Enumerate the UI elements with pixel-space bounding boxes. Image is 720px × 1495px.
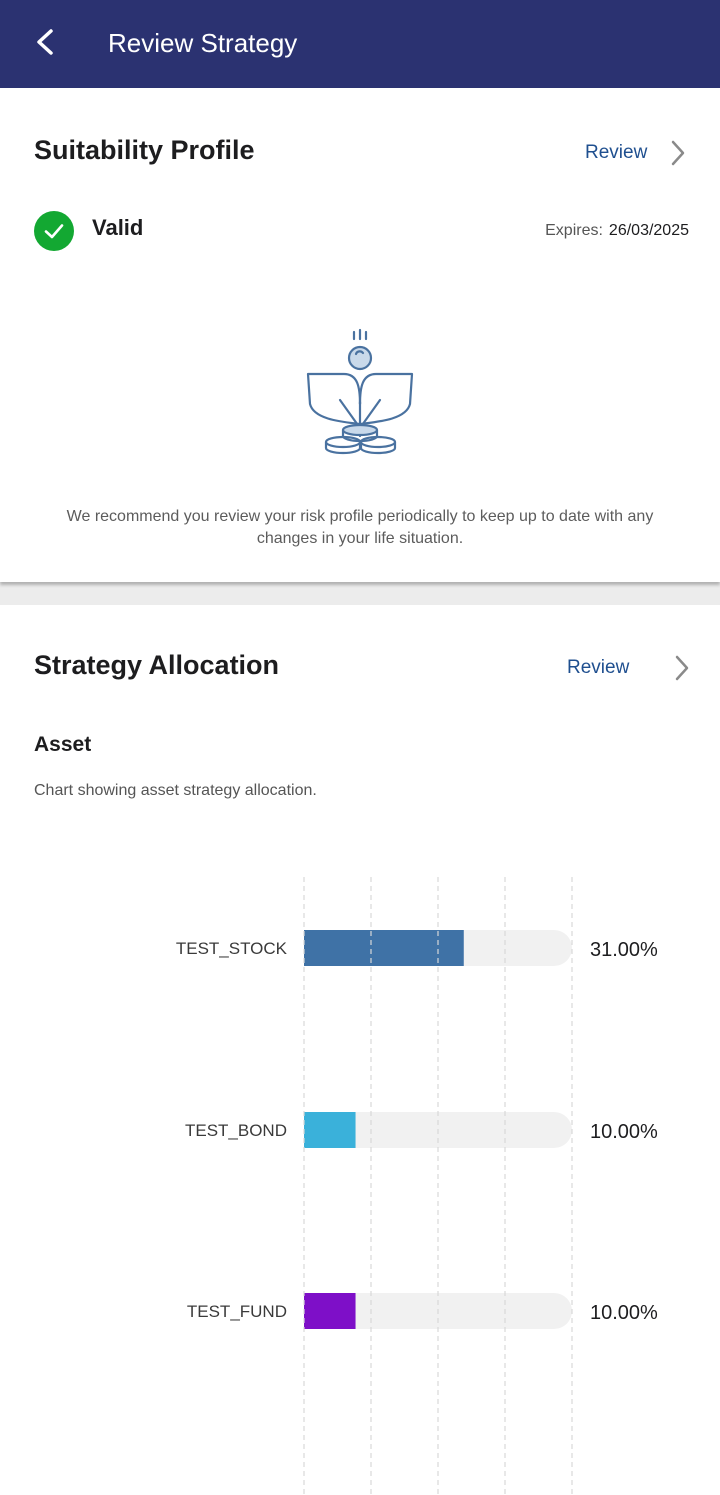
recommendation-text: We recommend you review your risk profil… — [66, 508, 654, 547]
category-label: TEST_STOCK — [176, 939, 288, 958]
bar-test-bond — [304, 1112, 356, 1148]
category-label: TEST_FUND — [187, 1302, 287, 1321]
expires-date: 26/03/2025 — [608, 222, 689, 239]
asset-allocation-chart: TEST_STOCK TEST_BOND TEST_FUND 31.00% 10.00%… — [176, 877, 658, 1495]
value-label: 31.00% — [590, 939, 658, 961]
plant-coins-icon — [306, 328, 414, 455]
back-button[interactable] — [22, 20, 70, 68]
app-header: Review Strategy — [0, 0, 720, 88]
valid-check-icon — [34, 211, 74, 251]
bar-test-fund — [304, 1293, 356, 1329]
suitability-profile-title: Suitability Profile — [34, 135, 255, 165]
value-label: 10.00% — [590, 1121, 658, 1143]
chevron-left-icon — [37, 29, 53, 55]
strategy-allocation-card: Strategy Allocation Review Asset Chart s… — [0, 605, 720, 1495]
bar-test-stock — [304, 930, 464, 966]
expiry-info: Expires: 26/03/2025 — [545, 222, 689, 240]
page-title: Review Strategy — [108, 28, 298, 58]
value-label: 10.00% — [590, 1302, 658, 1324]
suitability-review-link[interactable]: Review — [585, 142, 647, 164]
chevron-right-icon[interactable] — [668, 138, 688, 168]
suitability-profile-card: Suitability Profile Review Valid Expires… — [0, 88, 720, 582]
category-label: TEST_BOND — [185, 1121, 287, 1140]
validity-status: Valid — [92, 215, 144, 240]
expires-label: Expires: — [545, 222, 603, 239]
